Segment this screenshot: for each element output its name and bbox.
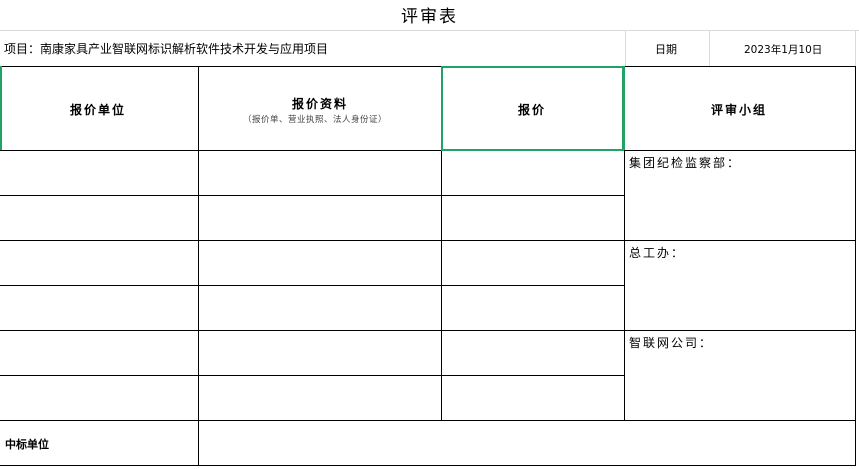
- winning-bidder-label[interactable]: 中标单位: [5, 436, 49, 452]
- table-border: [0, 285, 625, 286]
- table-border: [0, 375, 625, 376]
- header-quote-documents-note: （报价单、营业执照、法人身份证）: [243, 115, 388, 125]
- gridline: [625, 30, 626, 66]
- active-cell-selection[interactable]: [441, 66, 624, 151]
- gridline: [855, 30, 856, 66]
- table-border: [0, 465, 856, 466]
- project-name[interactable]: 项目：南康家具产业智联网标识解析软件技术开发与应用项目: [4, 40, 328, 57]
- header-quote-unit[interactable]: 报价单位: [70, 101, 126, 118]
- table-border: [198, 66, 199, 466]
- table-border: [0, 195, 625, 196]
- date-label[interactable]: 日期: [655, 41, 677, 57]
- sheet-title: 评审表: [401, 7, 458, 27]
- table-border: [0, 240, 856, 241]
- table-border: [0, 150, 856, 151]
- table-border: [0, 66, 856, 67]
- gridline: [0, 30, 859, 31]
- panel-member-company[interactable]: 智联网公司：: [629, 334, 713, 351]
- selection-edge: [624, 66, 625, 150]
- header-quote-documents[interactable]: 报价资料: [292, 95, 348, 112]
- selection-edge: [0, 66, 2, 150]
- panel-member-chief-engineer[interactable]: 总工办：: [629, 244, 685, 261]
- panel-member-discipline[interactable]: 集团纪检监察部：: [629, 154, 741, 171]
- table-border: [0, 330, 856, 331]
- table-border: [855, 66, 856, 466]
- header-review-panel[interactable]: 评审小组: [711, 101, 767, 118]
- date-value[interactable]: 2023年1月10日: [744, 42, 822, 57]
- table-border: [0, 420, 856, 421]
- gridline: [709, 30, 710, 66]
